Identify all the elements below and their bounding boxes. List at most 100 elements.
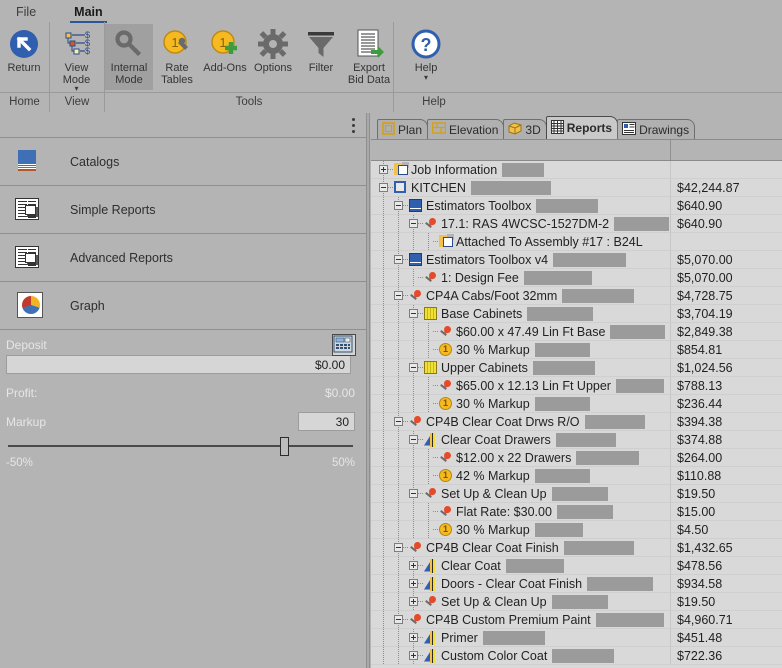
- ribbon-tab-main[interactable]: Main: [68, 4, 108, 23]
- tree-row[interactable]: 1 30 % Markup $854.81: [371, 340, 782, 359]
- tree-expander-minus[interactable]: [409, 488, 418, 498]
- tab-label: Reports: [566, 121, 613, 135]
- markup-slider-thumb[interactable]: [280, 437, 289, 456]
- tree-row-label: Set Up & Clean Up: [441, 594, 547, 609]
- tree-row-label: $12.00 x 22 Drawers: [456, 450, 572, 465]
- tree-expander-minus[interactable]: [394, 200, 403, 210]
- tab-drawings[interactable]: Drawings: [617, 119, 696, 139]
- redaction-bar: [564, 540, 634, 555]
- tree-expander-minus[interactable]: [409, 362, 418, 372]
- tree-row[interactable]: $12.00 x 22 Drawers $264.00: [371, 448, 782, 467]
- tree-row-label-cell: ✓ Attached To Assembly #17 : B24L: [371, 232, 670, 251]
- tree-row[interactable]: Flat Rate: $30.00 $15.00: [371, 502, 782, 521]
- tree-row[interactable]: 17.1: RAS 4WCSC-1527DM-2 $640.90: [371, 214, 782, 233]
- tree-expander-minus[interactable]: [394, 254, 403, 264]
- tree-expander-plus[interactable]: [409, 596, 418, 606]
- tree-expander-plus[interactable]: [409, 560, 418, 570]
- chevron-down-icon[interactable]: ▾: [424, 73, 428, 81]
- application-window: File Main Return $ $ $ View Mode ▾ Inter…: [0, 0, 782, 668]
- ribbon-group-view: $ $ $ View Mode ▾: [50, 22, 105, 93]
- tree-row[interactable]: Set Up & Clean Up $19.50: [371, 592, 782, 611]
- tree-expander-plus[interactable]: [379, 164, 388, 174]
- tree-row[interactable]: Custom Color Coat $722.36: [371, 646, 782, 665]
- redaction-bar: [614, 216, 669, 231]
- tree-row[interactable]: CP4B Custom Premium Paint $4,960.71: [371, 610, 782, 629]
- tree-expander-minus[interactable]: [409, 308, 418, 318]
- more-options-icon[interactable]: [352, 118, 356, 134]
- tree-expander-plus[interactable]: [409, 632, 418, 642]
- calculator-button[interactable]: [332, 334, 356, 356]
- tree-expander-minus[interactable]: [409, 434, 418, 444]
- tree-row[interactable]: Primer $451.48: [371, 628, 782, 647]
- rate-tables-button[interactable]: 1 Rate Tables: [153, 24, 201, 86]
- tree-row[interactable]: 1 30 % Markup $236.44: [371, 394, 782, 413]
- sidebar-item-advanced-reports[interactable]: Advanced Reports: [0, 234, 366, 282]
- plan-icon: [382, 121, 395, 138]
- tree-row-label: $60.00 x 47.49 Lin Ft Base: [456, 324, 606, 339]
- tree-row[interactable]: CP4B Clear Coat Finish $1,432.65: [371, 538, 782, 557]
- column-divider: [670, 269, 671, 286]
- tree-row-label-cell: CP4B Custom Premium Paint: [371, 610, 670, 629]
- options-button[interactable]: Options: [249, 24, 297, 75]
- tree-row-amount: $374.88: [677, 433, 723, 447]
- tab-reports[interactable]: Reports: [545, 116, 619, 139]
- tab-plan[interactable]: Plan: [377, 119, 429, 139]
- filter-button[interactable]: Filter: [297, 24, 345, 75]
- tree-row-label: CP4A Cabs/Foot 32mm: [426, 288, 558, 303]
- tree-expander-minus[interactable]: [394, 290, 403, 300]
- tree-row[interactable]: ✓ Job Information: [371, 161, 782, 179]
- report-tree[interactable]: ✓ Job Information KITCHEN $42,244.87 Estimat…: [371, 161, 782, 668]
- tree-row[interactable]: KITCHEN $42,244.87: [371, 178, 782, 197]
- tree-expander-plus[interactable]: [409, 650, 418, 660]
- column-divider: [670, 233, 671, 250]
- tree-row[interactable]: ✓ Attached To Assembly #17 : B24L: [371, 232, 782, 251]
- column-divider: [670, 647, 671, 664]
- tree-row[interactable]: Clear Coat $478.56: [371, 556, 782, 575]
- tab-elevation[interactable]: Elevation: [427, 119, 505, 139]
- tree-expander-minus[interactable]: [394, 542, 403, 552]
- cabinet-icon: [424, 306, 438, 321]
- internal-mode-button[interactable]: Internal Mode: [105, 24, 153, 90]
- tree-row[interactable]: CP4B Clear Coat Drws R/O $394.38: [371, 412, 782, 431]
- panel-splitter[interactable]: [366, 113, 370, 668]
- drawings-icon: [622, 121, 637, 138]
- tree-row[interactable]: 1 42 % Markup $110.88: [371, 466, 782, 485]
- tree-expander-minus[interactable]: [394, 416, 403, 426]
- tree-row-label: 42 % Markup: [456, 468, 530, 483]
- tree-row[interactable]: Estimators Toolbox v4 $5,070.00: [371, 250, 782, 269]
- tree-row[interactable]: Upper Cabinets $1,024.56: [371, 358, 782, 377]
- tree-row[interactable]: Set Up & Clean Up $19.50: [371, 484, 782, 503]
- tree-row[interactable]: 1 30 % Markup $4.50: [371, 520, 782, 539]
- export-bid-data-button[interactable]: Export Bid Data: [345, 24, 393, 86]
- tree-row[interactable]: $60.00 x 47.49 Lin Ft Base $2,849.38: [371, 322, 782, 341]
- tree-expander-plus[interactable]: [409, 578, 418, 588]
- tree-row[interactable]: Clear Coat Drawers $374.88: [371, 430, 782, 449]
- add-ons-button[interactable]: 1 Add-Ons: [201, 24, 249, 75]
- view-mode-button[interactable]: $ $ $ View Mode ▾: [50, 24, 103, 93]
- tree-expander-minus[interactable]: [409, 218, 418, 228]
- column-divider[interactable]: [670, 140, 671, 160]
- markup-input[interactable]: 30: [298, 412, 355, 431]
- tree-row-label-cell: 1: Design Fee: [371, 268, 670, 287]
- tree-row[interactable]: Estimators Toolbox $640.90: [371, 196, 782, 215]
- tab-3d[interactable]: 3D: [503, 119, 547, 139]
- sidebar-item-graph[interactable]: Graph: [0, 282, 366, 330]
- tree-row-label-cell: ✓ Job Information: [371, 161, 670, 179]
- redaction-bar: [535, 468, 590, 483]
- tree-row[interactable]: Doors - Clear Coat Finish $934.58: [371, 574, 782, 593]
- tree-row[interactable]: Base Cabinets $3,704.19: [371, 304, 782, 323]
- tree-expander-minus[interactable]: [394, 614, 403, 624]
- deposit-input[interactable]: $0.00: [6, 355, 351, 374]
- sidebar-item-simple-reports[interactable]: Simple Reports: [0, 186, 366, 234]
- tree-row[interactable]: 1: Design Fee $5,070.00: [371, 268, 782, 287]
- help-button[interactable]: ? Help ▾: [402, 24, 450, 81]
- options-button-label: Options: [254, 62, 292, 74]
- return-button[interactable]: Return: [0, 24, 48, 75]
- tree-row[interactable]: CP4A Cabs/Foot 32mm $4,728.75: [371, 286, 782, 305]
- redaction-bar: [596, 612, 664, 627]
- ribbon-tab-file[interactable]: File: [10, 4, 42, 22]
- sidebar-item-catalogs[interactable]: Catalogs: [0, 138, 366, 186]
- markup-slider[interactable]: [6, 435, 355, 457]
- tree-row[interactable]: $65.00 x 12.13 Lin Ft Upper $788.13: [371, 376, 782, 395]
- tree-expander-minus[interactable]: [379, 182, 388, 192]
